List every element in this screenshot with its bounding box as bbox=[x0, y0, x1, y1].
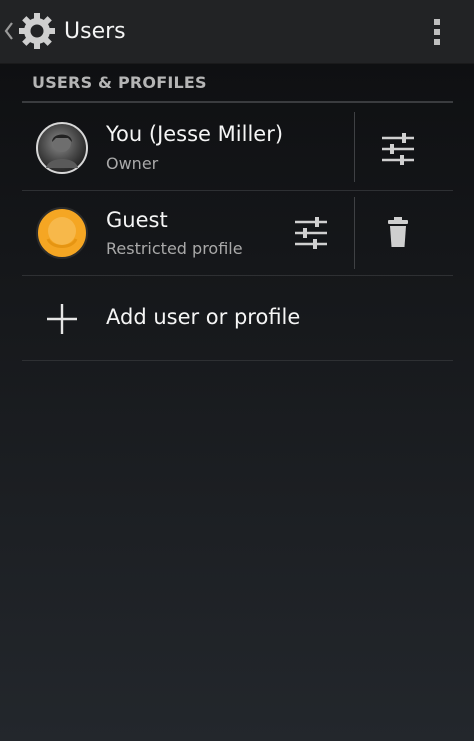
avatar bbox=[36, 207, 88, 259]
section-divider bbox=[22, 101, 453, 103]
user-name: You (Jesse Miller) bbox=[106, 122, 284, 146]
user-name: Guest bbox=[106, 208, 168, 232]
plus-icon bbox=[47, 304, 77, 334]
vertical-separator bbox=[354, 112, 355, 182]
section-header: USERS & PROFILES bbox=[32, 73, 207, 92]
sliders-icon[interactable] bbox=[294, 216, 328, 250]
overflow-menu-icon[interactable] bbox=[428, 16, 446, 48]
vertical-separator bbox=[354, 197, 355, 269]
action-bar: Users bbox=[0, 0, 474, 64]
avatar bbox=[36, 122, 88, 174]
trash-icon[interactable] bbox=[387, 216, 409, 248]
user-subtitle: Restricted profile bbox=[106, 239, 243, 258]
user-subtitle: Owner bbox=[106, 154, 159, 173]
settings-gear-icon[interactable] bbox=[17, 11, 57, 51]
add-user-label: Add user or profile bbox=[106, 305, 301, 329]
row-divider bbox=[22, 360, 453, 361]
page-title: Users bbox=[64, 19, 126, 44]
back-chevron-icon[interactable] bbox=[4, 20, 14, 42]
sliders-icon[interactable] bbox=[381, 132, 415, 166]
